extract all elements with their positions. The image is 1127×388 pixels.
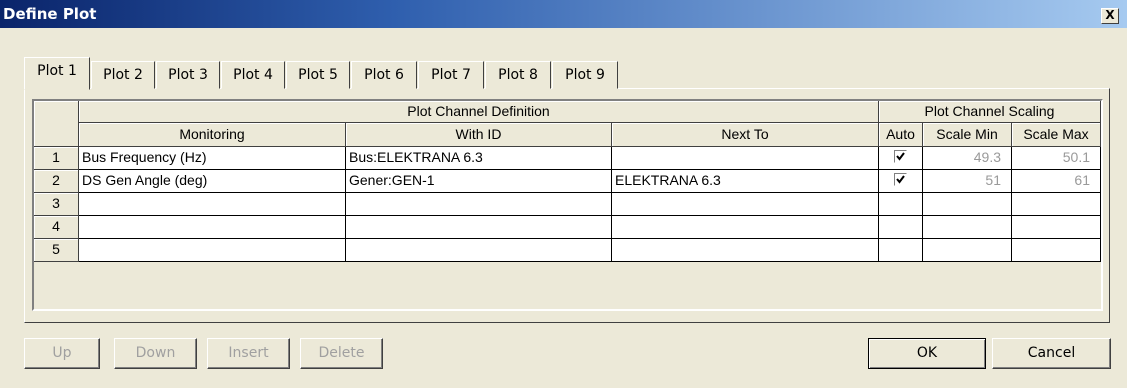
ok-button[interactable]: OK: [868, 338, 986, 369]
cell-next-to[interactable]: [612, 147, 879, 170]
delete-button[interactable]: Delete: [300, 338, 383, 369]
plot-channel-grid[interactable]: Plot Channel Definition Plot Channel Sca…: [34, 101, 1101, 309]
title-bar: Define Plot X: [0, 0, 1127, 28]
tab-plot-9[interactable]: Plot 9: [552, 61, 618, 89]
cell-next-to[interactable]: [612, 216, 879, 239]
check-icon: [896, 152, 905, 161]
column-header-monitoring[interactable]: Monitoring: [79, 123, 346, 147]
tab-plot-1[interactable]: Plot 1: [24, 57, 90, 90]
define-plot-dialog: Define Plot X Plot 1 Plot 2 Plot 3 Plot …: [0, 0, 1127, 388]
cell-scale-min[interactable]: [923, 216, 1012, 239]
cell-auto[interactable]: [879, 170, 923, 193]
tab-plot-5[interactable]: Plot 5: [286, 61, 350, 89]
grid-corner: [34, 101, 79, 147]
check-icon: [896, 175, 905, 184]
cell-with-id[interactable]: [346, 193, 612, 216]
column-header-auto[interactable]: Auto: [879, 123, 923, 147]
tab-plot-8[interactable]: Plot 8: [485, 61, 551, 89]
tab-plot-3[interactable]: Plot 3: [156, 61, 220, 89]
tab-plot-6[interactable]: Plot 6: [351, 61, 417, 89]
row-number[interactable]: 1: [34, 147, 79, 170]
row-number[interactable]: 2: [34, 170, 79, 193]
cell-scale-min[interactable]: [923, 239, 1012, 262]
cell-scale-max[interactable]: [1012, 239, 1101, 262]
cell-auto[interactable]: [879, 147, 923, 170]
up-button[interactable]: Up: [24, 338, 100, 369]
cell-scale-max[interactable]: [1012, 193, 1101, 216]
cell-scale-min[interactable]: [923, 193, 1012, 216]
cell-scale-min[interactable]: 51: [923, 170, 1012, 193]
tab-plot-4[interactable]: Plot 4: [221, 61, 285, 89]
cell-monitoring[interactable]: DS Gen Angle (deg): [79, 170, 346, 193]
cell-monitoring[interactable]: [79, 239, 346, 262]
cell-with-id[interactable]: [346, 216, 612, 239]
cell-next-to[interactable]: [612, 193, 879, 216]
cell-auto[interactable]: [879, 193, 923, 216]
cell-scale-max[interactable]: 61: [1012, 170, 1101, 193]
column-header-with-id[interactable]: With ID: [346, 123, 612, 147]
close-icon[interactable]: X: [1101, 8, 1119, 24]
group-header-definition: Plot Channel Definition: [79, 101, 879, 123]
column-header-scale-max[interactable]: Scale Max: [1012, 123, 1101, 147]
column-header-scale-min[interactable]: Scale Min: [923, 123, 1012, 147]
tab-plot-2[interactable]: Plot 2: [91, 61, 155, 89]
cell-scale-min[interactable]: 49.3: [923, 147, 1012, 170]
cell-with-id[interactable]: Bus:ELEKTRANA 6.3: [346, 147, 612, 170]
cell-next-to[interactable]: [612, 239, 879, 262]
cell-auto[interactable]: [879, 216, 923, 239]
cell-next-to[interactable]: ELEKTRANA 6.3: [612, 170, 879, 193]
column-header-next-to[interactable]: Next To: [612, 123, 879, 147]
auto-checkbox[interactable]: [894, 173, 907, 186]
auto-checkbox[interactable]: [894, 150, 907, 163]
cell-monitoring[interactable]: [79, 193, 346, 216]
down-button[interactable]: Down: [114, 338, 197, 369]
window-title: Define Plot: [3, 5, 97, 23]
row-number[interactable]: 4: [34, 216, 79, 239]
cell-scale-max[interactable]: 50.1: [1012, 147, 1101, 170]
insert-button[interactable]: Insert: [207, 338, 290, 369]
cell-with-id[interactable]: [346, 239, 612, 262]
cell-with-id[interactable]: Gener:GEN-1: [346, 170, 612, 193]
group-header-scaling: Plot Channel Scaling: [879, 101, 1101, 123]
cell-monitoring[interactable]: [79, 216, 346, 239]
cell-auto[interactable]: [879, 239, 923, 262]
row-number[interactable]: 3: [34, 193, 79, 216]
cancel-button[interactable]: Cancel: [992, 338, 1111, 369]
tab-plot-7[interactable]: Plot 7: [418, 61, 484, 89]
cell-monitoring[interactable]: Bus Frequency (Hz): [79, 147, 346, 170]
row-number[interactable]: 5: [34, 239, 79, 262]
cell-scale-max[interactable]: [1012, 216, 1101, 239]
